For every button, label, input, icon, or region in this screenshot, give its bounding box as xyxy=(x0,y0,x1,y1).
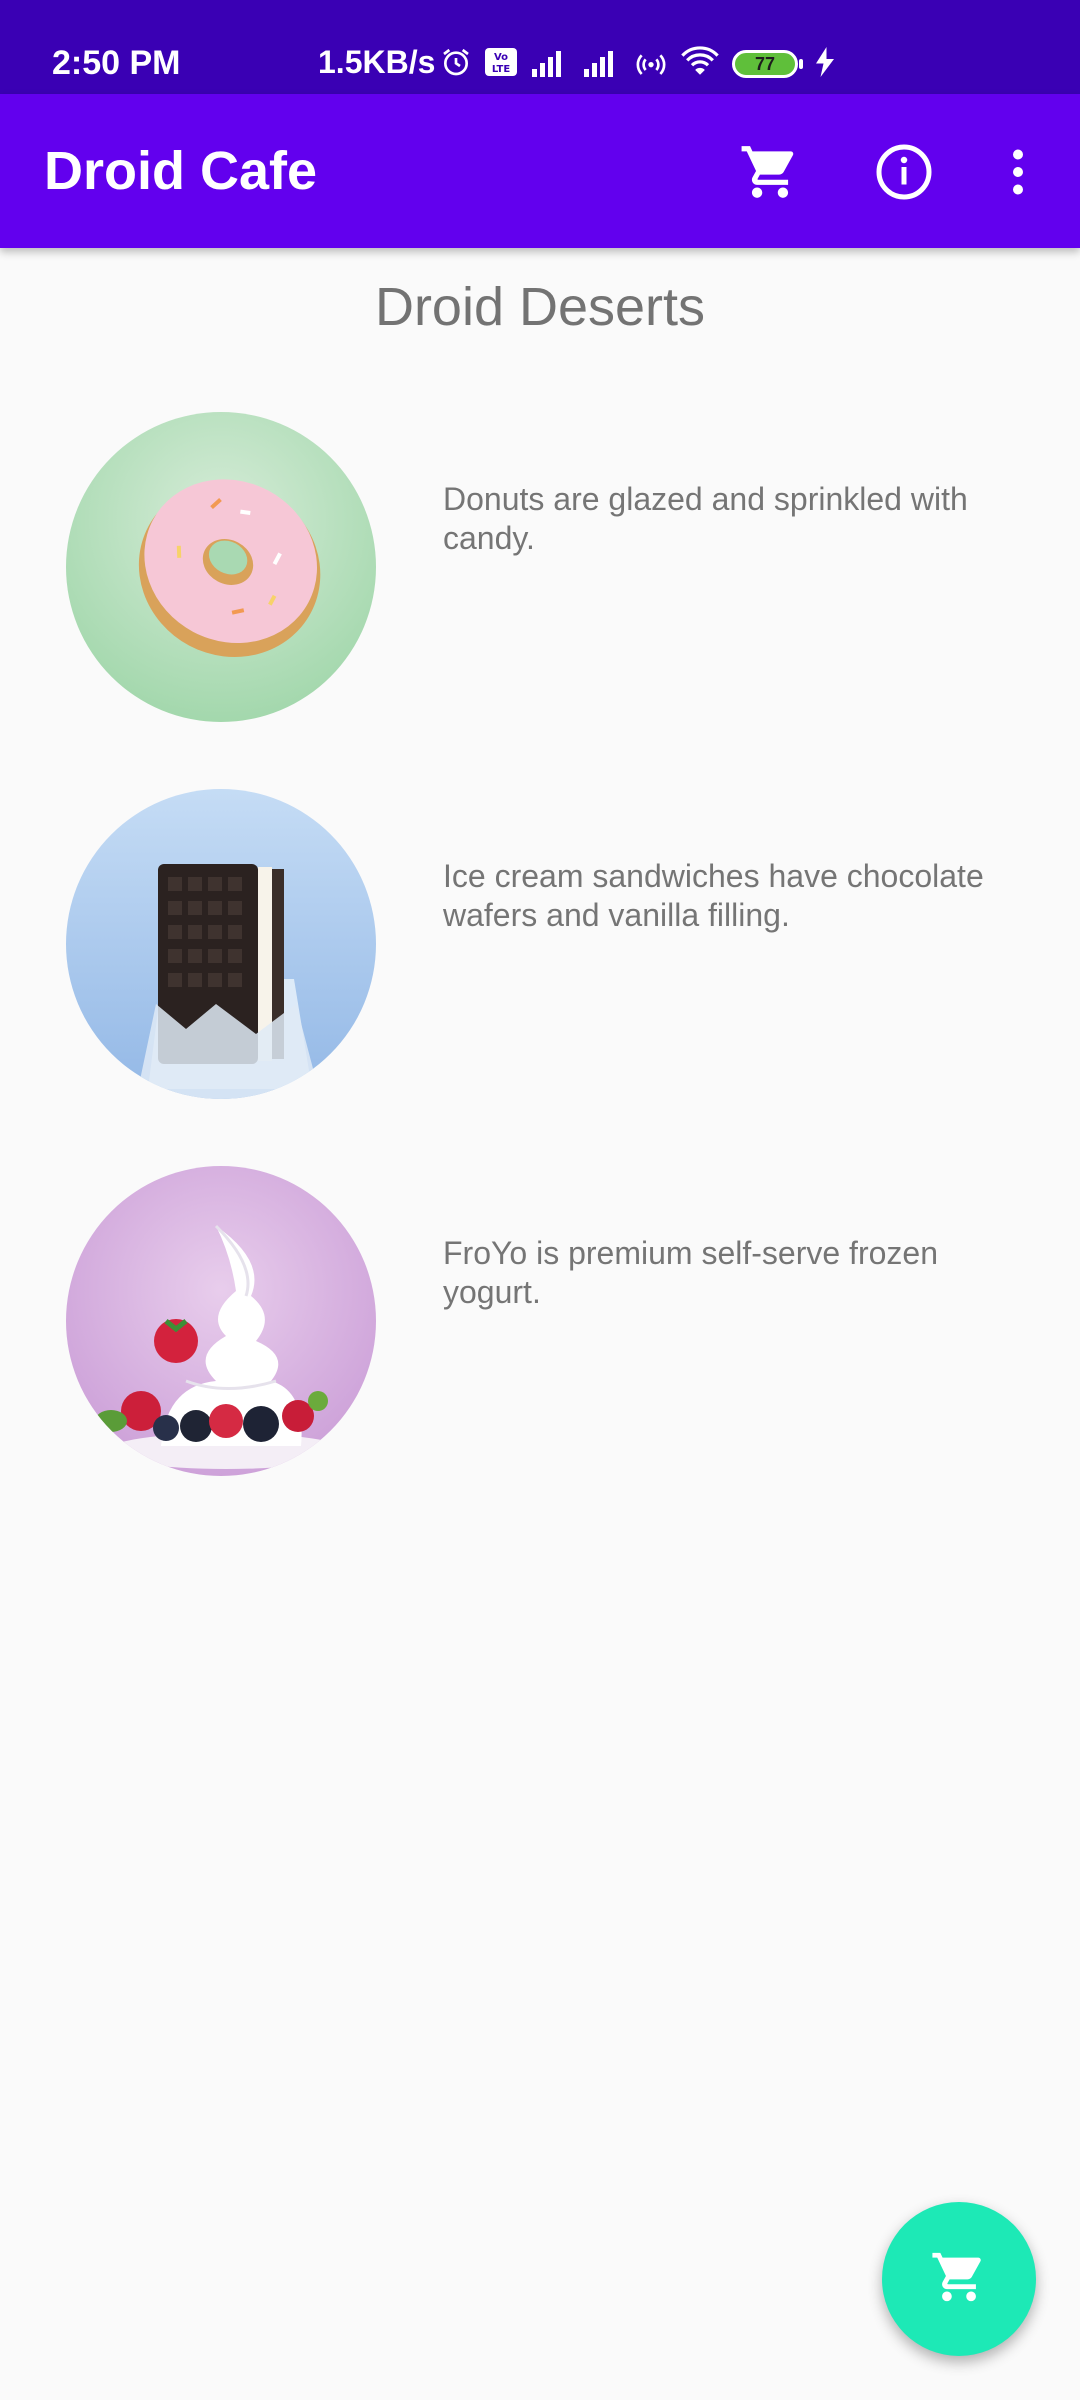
page-title: Droid Deserts xyxy=(374,277,706,337)
froyo-image[interactable] xyxy=(66,1166,376,1476)
network-speed: 1.5KB/s xyxy=(318,44,436,80)
battery-icon: 77 xyxy=(732,50,803,78)
list-item: FroYo is premium self-serve frozen yogur… xyxy=(0,1166,1080,1478)
volte-icon: Vo LTE xyxy=(484,47,518,82)
ice-cream-sandwich-image[interactable] xyxy=(66,789,376,1099)
donut-description: Donuts are glazed and sprinkled with can… xyxy=(443,481,968,556)
cart-icon xyxy=(930,2248,988,2311)
wifi-icon xyxy=(680,45,720,83)
app-title: Droid Cafe xyxy=(44,141,318,201)
svg-text:LTE: LTE xyxy=(492,64,511,75)
list-item: Ice cream sandwiches have chocolate wafe… xyxy=(0,789,1080,1101)
more-vert-icon[interactable] xyxy=(982,136,1054,208)
status-icons: Vo LTE 77 xyxy=(440,44,834,84)
ice-cream-sandwich-description: Ice cream sandwiches have chocolate wafe… xyxy=(443,858,984,933)
signal-icon xyxy=(582,47,622,82)
cart-icon[interactable] xyxy=(734,136,806,208)
info-icon[interactable] xyxy=(868,136,940,208)
status-bar: 2:50 PM 1.5KB/s Vo LTE 77 xyxy=(0,0,1080,94)
svg-text:Vo: Vo xyxy=(494,52,508,63)
cart-fab-button[interactable] xyxy=(882,2202,1036,2356)
signal-icon xyxy=(530,47,570,82)
charging-icon xyxy=(816,46,834,82)
status-time: 2:50 PM xyxy=(52,44,181,82)
alarm-icon xyxy=(440,46,472,83)
donut-image[interactable] xyxy=(66,412,376,722)
froyo-description: FroYo is premium self-serve frozen yogur… xyxy=(443,1235,938,1310)
battery-level: 77 xyxy=(754,53,776,74)
hotspot-icon xyxy=(634,46,668,83)
list-item: Donuts are glazed and sprinkled with can… xyxy=(0,412,1080,724)
app-bar: Droid Cafe xyxy=(0,94,1080,248)
